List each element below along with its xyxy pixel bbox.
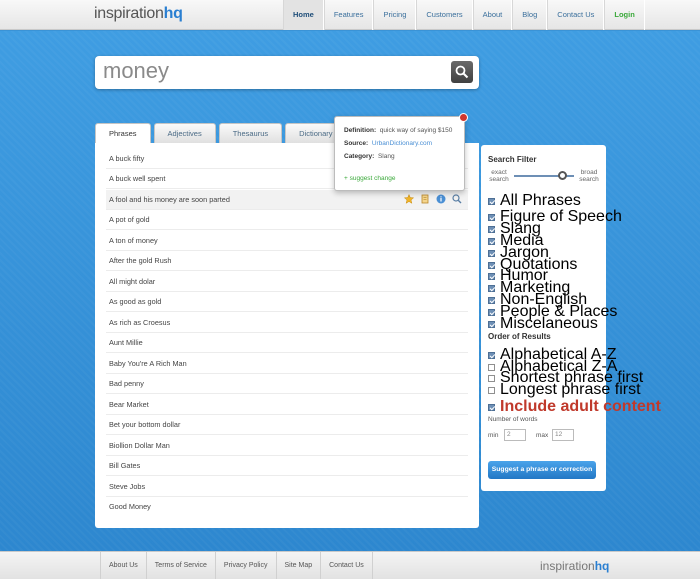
suggest-change-link[interactable]: + suggest change [344, 175, 396, 182]
checkbox[interactable] [488, 321, 495, 328]
source-line: Source: UrbanDictionary.com [344, 140, 432, 147]
filter-title: Search Filter [488, 155, 537, 164]
close-icon[interactable] [459, 113, 468, 122]
footer-terms[interactable]: Terms of Service [145, 552, 215, 579]
definition-value: quick way of saying $150 [379, 127, 453, 134]
nav-contact[interactable]: Contact Us [547, 0, 605, 30]
result-row[interactable]: After the gold Rush [106, 251, 468, 271]
checkbox-label: Miscelaneous [500, 315, 598, 332]
search-icon [455, 65, 469, 79]
result-row[interactable]: A pot of gold [106, 210, 468, 230]
result-row-highlighted[interactable]: A fool and his money are soon parted [106, 190, 468, 210]
checkbox[interactable] [488, 404, 495, 411]
search-bar: money [95, 56, 479, 89]
checkbox-category[interactable]: Miscelaneous [488, 315, 598, 333]
min-label: min [488, 432, 499, 439]
footer-nav: About Us Terms of Service Privacy Policy… [100, 552, 373, 579]
footer-sitemap[interactable]: Site Map [275, 552, 321, 579]
tab-phrases[interactable]: Phrases [95, 123, 151, 143]
checkbox-adult[interactable]: Include adult content [488, 398, 661, 416]
definition-tooltip: Definition: quick way of saying $150 Sou… [334, 113, 468, 191]
checkbox-label: All Phrases [500, 192, 581, 209]
checkbox-label: Longest phrase first [500, 381, 641, 398]
nav-login[interactable]: Login [604, 0, 645, 30]
tab-thesaurus[interactable]: Thesaurus [218, 123, 283, 143]
definition-label: Definition: [344, 127, 377, 134]
category-line: Category: Slang [344, 153, 395, 160]
nav-features[interactable]: Features [323, 0, 374, 30]
result-row[interactable]: Aunt Millie [106, 333, 468, 353]
footer: About Us Terms of Service Privacy Policy… [0, 551, 700, 579]
words-label: Number of words [488, 416, 538, 423]
suggest-phrase-button[interactable]: Suggest a phrase or correction [488, 461, 596, 479]
results-panel: A buck fifty A buck well spent A fool an… [95, 143, 479, 528]
checkbox[interactable] [488, 198, 495, 205]
result-row[interactable]: Bill Gates [106, 456, 468, 476]
min-words-input[interactable]: 2 [504, 429, 526, 441]
row-actions [404, 194, 462, 204]
info-icon[interactable] [436, 194, 446, 204]
result-row[interactable]: As rich as Croesus [106, 313, 468, 333]
footer-privacy[interactable]: Privacy Policy [214, 552, 276, 579]
result-row[interactable]: Bet your bottom dollar [106, 415, 468, 435]
logo-text: inspiration [94, 5, 164, 22]
search-slider-handle[interactable] [558, 171, 567, 180]
order-title: Order of Results [488, 332, 551, 341]
result-row[interactable]: A ton of money [106, 231, 468, 251]
result-row[interactable]: As good as gold [106, 292, 468, 312]
result-row[interactable]: Bear Market [106, 395, 468, 415]
main-nav: Home Features Pricing Customers About Bl… [283, 0, 645, 30]
source-label: Source: [344, 140, 369, 147]
footer-logo-text: inspiration [540, 559, 595, 573]
max-words-input[interactable]: 12 [552, 429, 574, 441]
result-text: A fool and his money are soon parted [109, 195, 230, 204]
search-input[interactable]: money [103, 58, 169, 84]
result-row[interactable]: All might dolar [106, 272, 468, 292]
max-label: max [536, 432, 549, 439]
result-row[interactable]: Steve Jobs [106, 477, 468, 497]
category-value: Slang [377, 153, 395, 160]
footer-contact[interactable]: Contact Us [320, 552, 373, 579]
result-tabs: Phrases Adjectives Thesaurus Dictionary [95, 123, 347, 143]
checkbox[interactable] [488, 387, 495, 394]
magnifier-icon[interactable] [452, 194, 462, 204]
logo-suffix: hq [163, 5, 183, 22]
logo[interactable]: inspirationhq [94, 5, 183, 23]
tab-adjectives[interactable]: Adjectives [153, 123, 216, 143]
slider-broad-label: broad search [579, 169, 599, 183]
top-bar: inspirationhq Home Features Pricing Cust… [0, 0, 700, 30]
nav-blog[interactable]: Blog [512, 0, 548, 30]
result-row[interactable]: Bad penny [106, 374, 468, 394]
result-row[interactable]: Good Money [106, 497, 468, 517]
source-link[interactable]: UrbanDictionary.com [372, 140, 432, 147]
nav-home[interactable]: Home [283, 0, 324, 30]
nav-about[interactable]: About [472, 0, 513, 30]
result-row[interactable]: Baby You're A Rich Man [106, 354, 468, 374]
footer-about[interactable]: About Us [100, 552, 146, 579]
footer-logo[interactable]: inspirationhq [540, 559, 609, 573]
result-row[interactable]: Biollion Dollar Man [106, 436, 468, 456]
nav-pricing[interactable]: Pricing [373, 0, 417, 30]
nav-customers[interactable]: Customers [416, 0, 473, 30]
footer-logo-suffix: hq [594, 559, 610, 573]
order-option[interactable]: Longest phrase first [488, 381, 641, 399]
definition-line: Definition: quick way of saying $150 [344, 127, 452, 134]
slider-exact-label: exact search [489, 169, 509, 183]
star-icon[interactable] [404, 194, 414, 204]
note-icon[interactable] [420, 194, 430, 204]
search-button[interactable] [451, 61, 473, 83]
category-label: Category: [344, 153, 375, 160]
checkbox-label: Include adult content [500, 398, 661, 415]
